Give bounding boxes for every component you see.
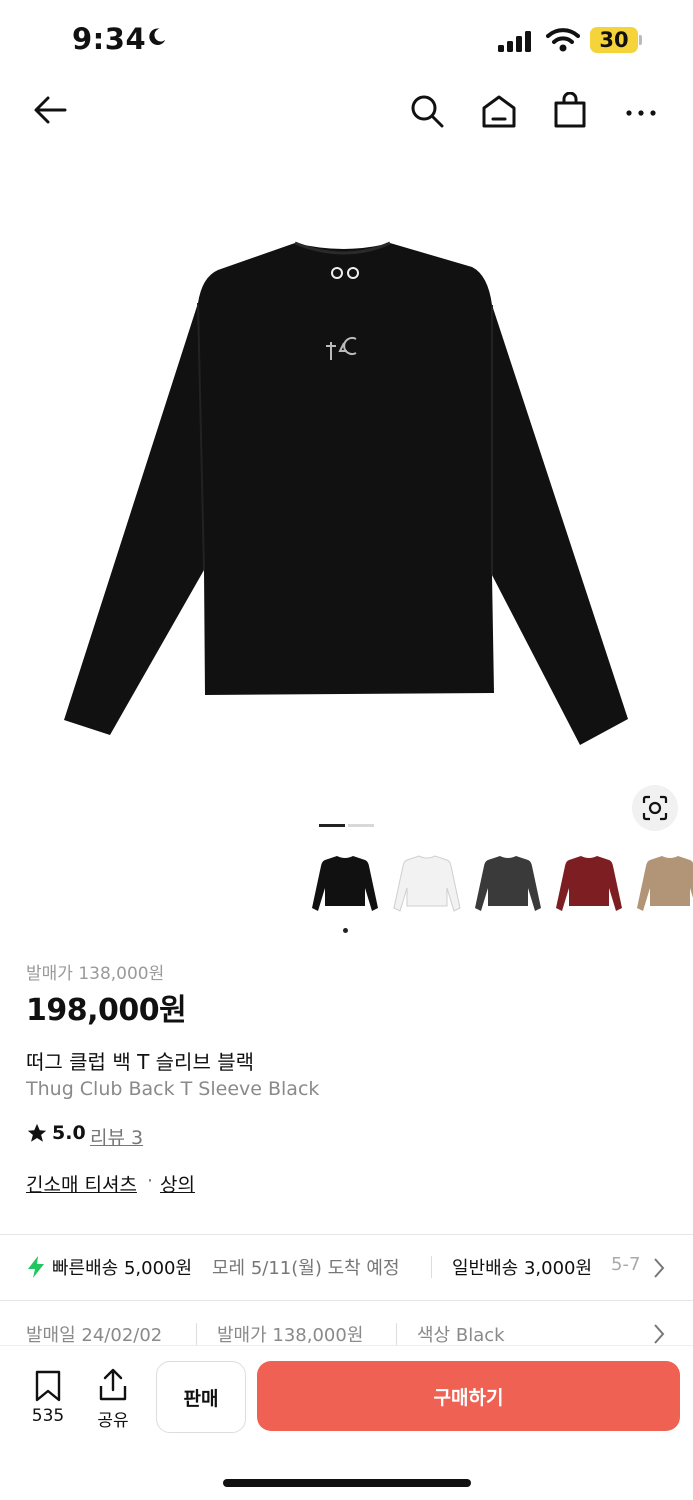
chevron-right-icon	[654, 1258, 665, 1278]
release-date: 발매일 24/02/02	[26, 1325, 163, 1346]
bookmark-icon	[35, 1370, 61, 1402]
sell-button[interactable]: 판매	[156, 1361, 246, 1433]
product-image[interactable]	[40, 215, 650, 775]
cellular-signal-icon	[498, 31, 531, 52]
bookmark-count: 535	[31, 1406, 65, 1426]
selected-thumbnail-dot	[343, 928, 348, 933]
fast-shipping-label: 빠른배송 5,000원	[52, 1258, 193, 1279]
color-info: 색상 Black	[417, 1325, 505, 1346]
product-title-ko: 떠그 클럽 백 T 슬리브 블랙	[26, 1050, 255, 1074]
release-price-label: 발매가 138,000원	[26, 964, 165, 984]
category-separator: ·	[147, 1170, 154, 1192]
more-button[interactable]	[621, 91, 661, 131]
normal-shipping-label: 일반배송 3,000원	[452, 1258, 593, 1279]
separator	[196, 1323, 197, 1345]
color-thumbnail[interactable]	[554, 848, 624, 920]
category-link-longsleeve[interactable]: 긴소매 티셔츠	[26, 1170, 137, 1197]
rating: 5.0	[26, 1122, 86, 1144]
release-price: 발매가 138,000원	[217, 1325, 364, 1346]
color-thumbnail[interactable]	[635, 848, 693, 920]
star-icon	[27, 1123, 47, 1142]
normal-shipping-eta: 5-7	[611, 1254, 641, 1275]
chevron-right-icon	[654, 1324, 665, 1344]
image-search-button[interactable]	[632, 785, 678, 831]
back-button[interactable]	[30, 90, 70, 130]
image-pager-active	[319, 824, 345, 827]
status-time: 9:34	[72, 22, 147, 56]
cart-button[interactable]	[550, 90, 590, 130]
home-icon	[482, 95, 516, 128]
share-label: 공유	[97, 1411, 129, 1431]
divider	[0, 1234, 693, 1235]
home-button[interactable]	[479, 91, 519, 131]
wifi-icon	[546, 28, 580, 52]
separator	[431, 1256, 432, 1278]
separator	[396, 1323, 397, 1345]
shopping-bag-icon	[554, 92, 586, 128]
search-icon	[411, 95, 444, 128]
category-link-top[interactable]: 상의	[160, 1170, 195, 1197]
color-thumbnail[interactable]	[392, 848, 462, 920]
battery-tip	[639, 35, 642, 45]
camera-lens-icon	[642, 795, 668, 821]
battery-indicator: 30	[590, 27, 638, 53]
more-horizontal-icon	[626, 110, 656, 116]
rating-value: 5.0	[52, 1122, 86, 1144]
search-button[interactable]	[407, 91, 447, 131]
image-pager	[348, 824, 374, 827]
color-thumbnail[interactable]	[473, 848, 543, 920]
home-indicator	[223, 1479, 471, 1487]
review-link[interactable]: 리뷰 3	[90, 1123, 143, 1150]
arrow-left-icon	[34, 96, 67, 124]
color-thumbnail[interactable]	[310, 848, 380, 920]
divider	[0, 1300, 693, 1301]
fast-shipping-eta: 모레 5/11(월) 도착 예정	[212, 1258, 400, 1279]
buy-button[interactable]: 구매하기	[257, 1361, 680, 1431]
product-title-en: Thug Club Back T Sleeve Black	[26, 1078, 320, 1100]
lightning-icon	[28, 1256, 44, 1278]
share-icon	[99, 1368, 127, 1401]
current-price: 198,000원	[26, 993, 187, 1028]
moon-icon	[149, 28, 166, 45]
